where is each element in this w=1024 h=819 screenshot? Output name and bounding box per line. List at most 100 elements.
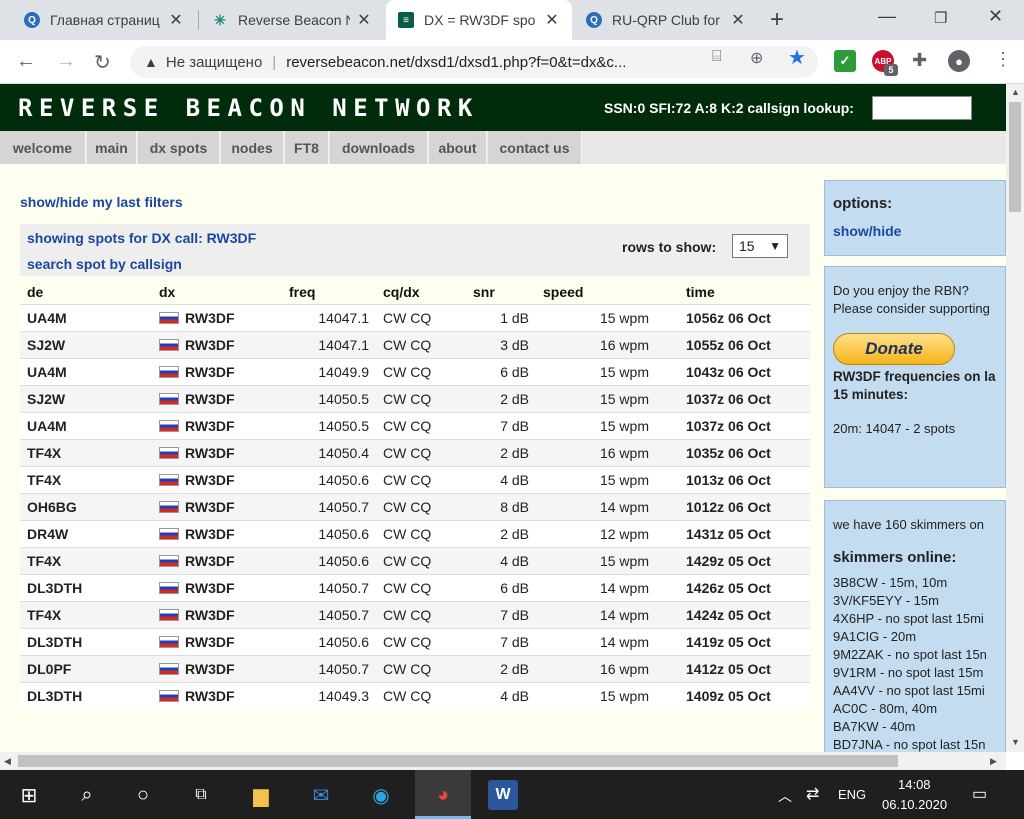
spot-time[interactable]: 1409z 05 Oct <box>656 681 810 709</box>
spot-time[interactable]: 1012z 06 Oct <box>656 492 810 520</box>
spot-de-callsign[interactable]: TF4X <box>20 438 152 466</box>
spot-dx-callsign[interactable]: RW3DF <box>152 411 282 439</box>
spot-dx-callsign[interactable]: RW3DF <box>152 573 282 601</box>
spot-de-callsign[interactable]: OH6BG <box>20 492 152 520</box>
horizontal-scroll-thumb[interactable] <box>18 755 898 767</box>
menu-ft8[interactable]: FT8 <box>285 131 329 164</box>
spot-de-callsign[interactable]: DL0PF <box>20 654 152 682</box>
tab-3[interactable]: Q RU-QRP Club for ✕ <box>574 0 758 40</box>
spot-de-callsign[interactable]: DL3DTH <box>20 627 152 655</box>
vertical-scrollbar[interactable]: ▲ ▼ <box>1006 84 1024 752</box>
horizontal-scrollbar[interactable]: ◀ ▶ <box>0 752 1006 770</box>
scroll-left-icon[interactable]: ◀ <box>4 756 11 767</box>
rows-to-show-select[interactable]: 15 ▼ <box>732 234 788 258</box>
spot-time[interactable]: 1043z 06 Oct <box>656 357 810 385</box>
last-filters-link[interactable]: show/hide my last filters <box>20 194 183 210</box>
close-window-icon[interactable]: ✕ <box>988 6 1003 27</box>
spot-dx-callsign[interactable]: RW3DF <box>152 357 282 385</box>
spot-dx-callsign[interactable]: RW3DF <box>152 600 282 628</box>
spot-dx-callsign[interactable]: RW3DF <box>152 303 282 331</box>
spot-time[interactable]: 1055z 06 Oct <box>656 330 810 358</box>
clock-time[interactable]: 14:08 <box>898 777 931 792</box>
chevron-up-icon[interactable]: ︿ <box>778 786 792 806</box>
close-icon[interactable]: ✕ <box>356 10 372 30</box>
menu-welcome[interactable]: welcome <box>0 131 86 164</box>
spot-de-callsign[interactable]: TF4X <box>20 600 152 628</box>
back-icon[interactable]: ← <box>16 50 36 73</box>
translate-icon[interactable]: ⌸ <box>712 48 722 66</box>
spot-dx-callsign[interactable]: RW3DF <box>152 384 282 412</box>
spot-time[interactable]: 1429z 05 Oct <box>656 546 810 574</box>
spot-time[interactable]: 1013z 06 Oct <box>656 465 810 493</box>
spot-time[interactable]: 1431z 05 Oct <box>656 519 810 547</box>
checkmark-extension-icon[interactable]: ✓ <box>834 50 856 72</box>
spot-dx-callsign[interactable]: RW3DF <box>152 654 282 682</box>
showing-spots-link[interactable]: showing spots for DX call: RW3DF <box>27 230 256 246</box>
menu-main[interactable]: main <box>87 131 137 164</box>
spot-dx-callsign[interactable]: RW3DF <box>152 492 282 520</box>
spot-time[interactable]: 1424z 05 Oct <box>656 600 810 628</box>
tab-2[interactable]: ≡ DX = RW3DF spo ✕ <box>386 0 572 40</box>
restore-icon[interactable]: ❐ <box>934 9 947 27</box>
tab-1[interactable]: ✳ Reverse Beacon N ✕ <box>200 0 384 40</box>
spot-dx-callsign[interactable]: RW3DF <box>152 519 282 547</box>
bookmark-star-icon[interactable]: ★ <box>788 45 806 70</box>
callsign-lookup-input[interactable] <box>872 96 972 120</box>
spot-time[interactable]: 1037z 06 Oct <box>656 384 810 412</box>
spot-time[interactable]: 1412z 05 Oct <box>656 654 810 682</box>
notifications-icon[interactable]: ▭ <box>972 784 987 804</box>
zoom-icon[interactable]: ⊕ <box>750 48 763 68</box>
clock-date[interactable]: 06.10.2020 <box>882 797 947 812</box>
col-speed[interactable]: speed <box>536 280 656 304</box>
spot-de-callsign[interactable]: UA4M <box>20 357 152 385</box>
close-icon[interactable]: ✕ <box>730 10 746 30</box>
edge-icon[interactable]: ◉ <box>366 780 396 810</box>
close-icon[interactable]: ✕ <box>544 10 560 30</box>
spot-de-callsign[interactable]: DL3DTH <box>20 573 152 601</box>
task-view-icon[interactable]: ⧉ <box>186 780 216 810</box>
profile-avatar-icon[interactable]: ● <box>948 50 970 72</box>
col-cqdx[interactable]: cq/dx <box>376 280 466 304</box>
spot-de-callsign[interactable]: DL3DTH <box>20 681 152 709</box>
spot-dx-callsign[interactable]: RW3DF <box>152 465 282 493</box>
network-icon[interactable]: ⇄ <box>806 784 819 804</box>
forward-icon[interactable]: → <box>56 50 76 73</box>
vertical-scroll-thumb[interactable] <box>1009 102 1021 212</box>
col-snr[interactable]: snr <box>466 280 536 304</box>
site-logo[interactable]: REVERSE BEACON NETWORK <box>18 94 479 122</box>
spot-time[interactable]: 1037z 06 Oct <box>656 411 810 439</box>
col-de[interactable]: de <box>20 280 152 304</box>
spot-dx-callsign[interactable]: RW3DF <box>152 627 282 655</box>
spot-time[interactable]: 1419z 05 Oct <box>656 627 810 655</box>
spot-de-callsign[interactable]: TF4X <box>20 465 152 493</box>
spot-dx-callsign[interactable]: RW3DF <box>152 681 282 709</box>
spot-de-callsign[interactable]: UA4M <box>20 411 152 439</box>
tab-0[interactable]: Q Главная страниц ✕ <box>12 0 196 40</box>
minimize-icon[interactable]: — <box>878 6 896 27</box>
scroll-down-icon[interactable]: ▼ <box>1011 737 1020 747</box>
reload-icon[interactable]: ↻ <box>94 50 111 75</box>
options-show-hide-link[interactable]: show/hide <box>833 223 901 239</box>
spot-dx-callsign[interactable]: RW3DF <box>152 546 282 574</box>
word-icon[interactable]: W <box>488 780 518 810</box>
mail-icon[interactable]: ✉ <box>306 780 336 810</box>
close-icon[interactable]: ✕ <box>168 10 184 30</box>
search-spot-link[interactable]: search spot by callsign <box>27 256 182 272</box>
menu-contact-us[interactable]: contact us <box>488 131 582 164</box>
menu-downloads[interactable]: downloads <box>330 131 428 164</box>
spot-de-callsign[interactable]: SJ2W <box>20 330 152 358</box>
col-dx[interactable]: dx <box>152 280 282 304</box>
language-indicator[interactable]: ENG <box>838 787 866 802</box>
menu-nodes[interactable]: nodes <box>221 131 284 164</box>
chrome-icon[interactable]: ◕ <box>428 780 458 810</box>
donate-button[interactable]: Donate <box>833 333 955 365</box>
cortana-icon[interactable]: ○ <box>128 780 158 810</box>
windows-start-icon[interactable]: ⊞ <box>14 780 44 810</box>
spot-time[interactable]: 1426z 05 Oct <box>656 573 810 601</box>
menu-dx-spots[interactable]: dx spots <box>138 131 220 164</box>
spot-time[interactable]: 1056z 06 Oct <box>656 303 810 331</box>
col-time[interactable]: time <box>656 280 810 304</box>
menu-about[interactable]: about <box>429 131 487 164</box>
spot-de-callsign[interactable]: TF4X <box>20 546 152 574</box>
spot-de-callsign[interactable]: DR4W <box>20 519 152 547</box>
